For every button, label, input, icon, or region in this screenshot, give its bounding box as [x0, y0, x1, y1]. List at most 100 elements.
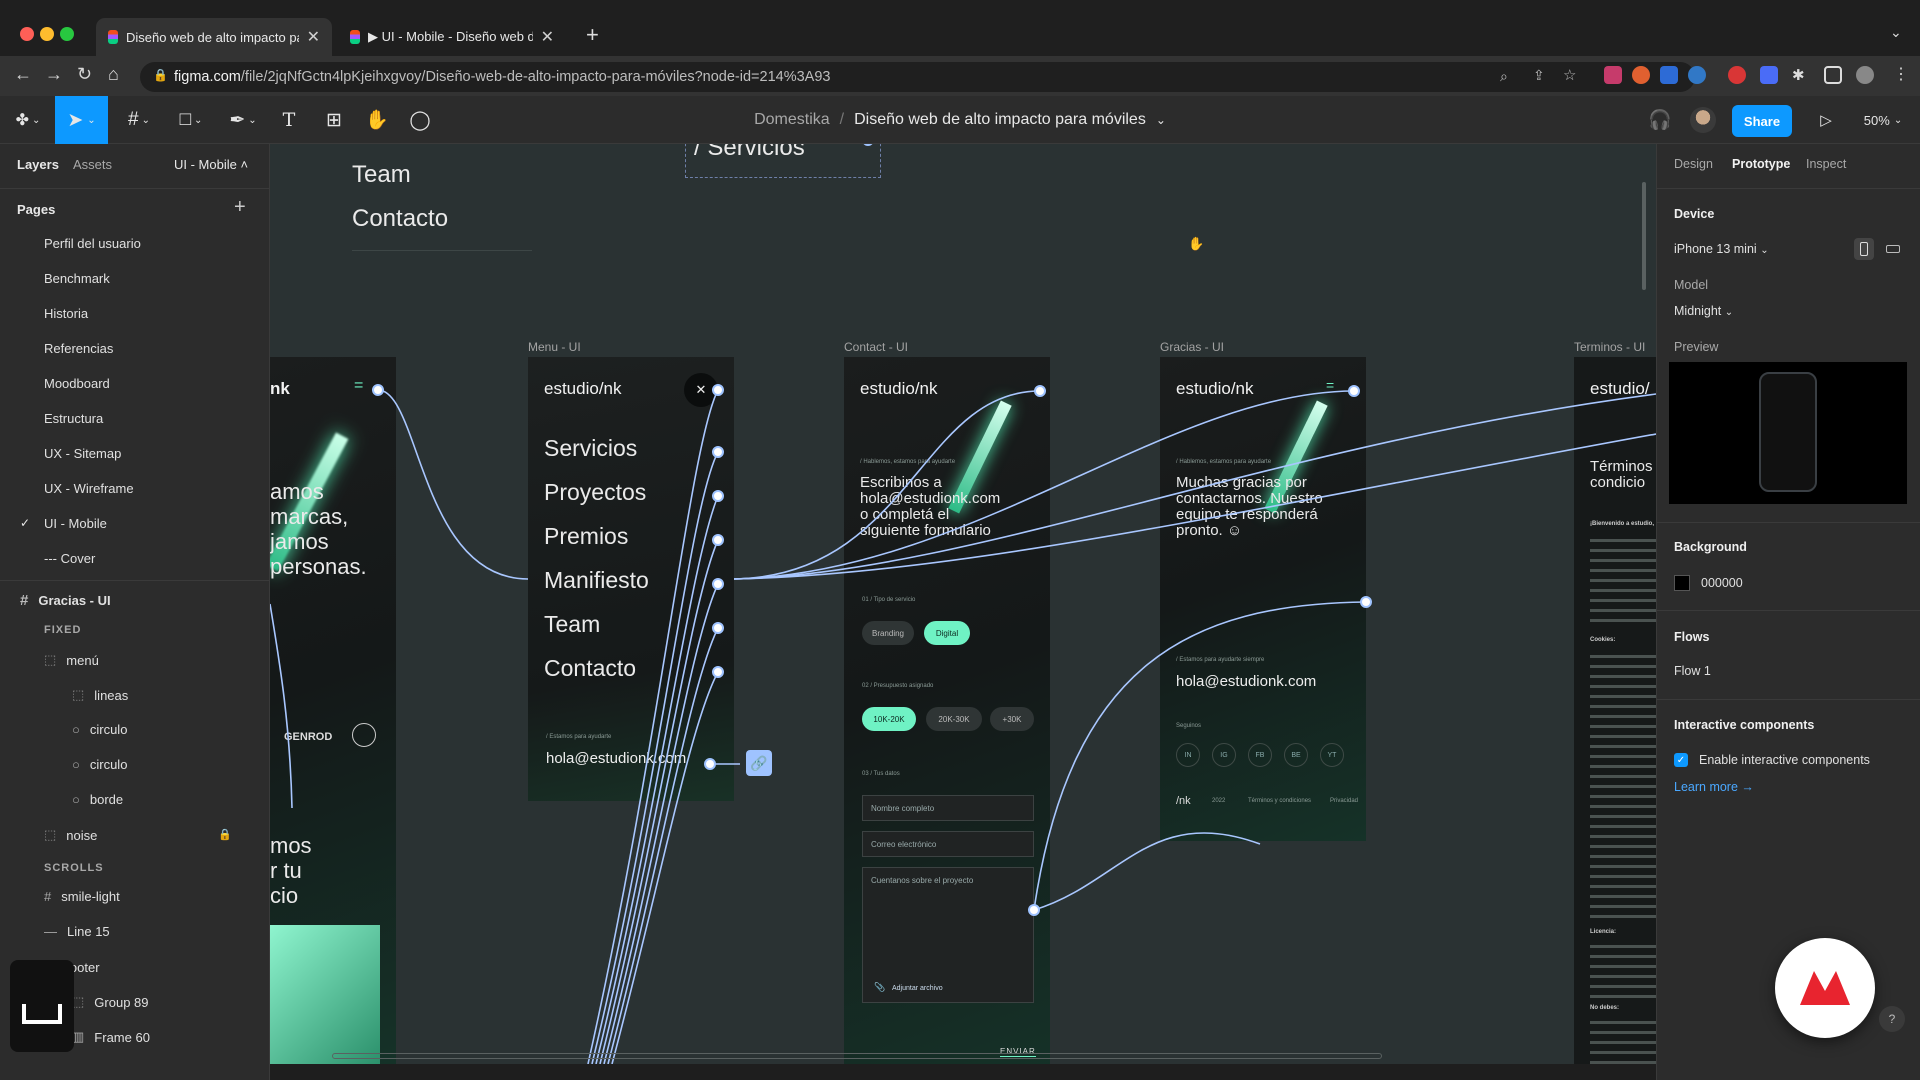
connector-node[interactable] [712, 578, 724, 590]
reload-icon[interactable]: ↻ [77, 64, 92, 85]
layer-frame-gracias[interactable]: # Gracias - UI [20, 592, 111, 609]
zoom-icon[interactable]: ⌕ [1500, 68, 1508, 85]
connector-node[interactable] [704, 758, 716, 770]
url-field[interactable]: 🔒 figma.com /file/2jqNfGctn4lpKjeihxgvoy… [140, 62, 1695, 92]
page-item[interactable]: Benchmark [44, 271, 110, 286]
comment-tool-button[interactable]: ◯ [406, 96, 434, 144]
lock-icon[interactable]: 🔒 [218, 828, 232, 841]
connector-node[interactable] [1028, 904, 1040, 916]
page-item[interactable]: UX - Sitemap [44, 446, 121, 461]
extension-icon[interactable] [1760, 66, 1778, 84]
connector-node[interactable] [712, 446, 724, 458]
link-icon[interactable]: 🔗 [746, 750, 772, 776]
forward-arrow-icon[interactable]: → [45, 64, 63, 85]
connector-node[interactable] [712, 534, 724, 546]
layer-borde[interactable]: ○ borde [72, 792, 123, 807]
vertical-scrollbar[interactable] [1642, 182, 1646, 290]
audio-button[interactable]: 🎧 [1646, 96, 1674, 144]
flow-item[interactable]: Flow 1 [1674, 664, 1711, 678]
tab-design[interactable]: Design [1674, 157, 1713, 171]
profile-avatar-icon[interactable] [1856, 66, 1874, 84]
minimize-window-button[interactable] [40, 27, 54, 41]
tab-inspect[interactable]: Inspect [1806, 157, 1846, 171]
text-tool-button[interactable]: T [276, 96, 302, 144]
browser-tab-active[interactable]: Diseño web de alto impacto pa ✕ [96, 18, 332, 56]
layer-frame60[interactable]: ▥ Frame 60 [72, 1029, 150, 1045]
device-select[interactable]: iPhone 13 mini ⌄ [1674, 242, 1769, 256]
page-item[interactable]: UI - Mobile [44, 516, 107, 531]
learn-more-link[interactable]: Learn more → [1674, 780, 1754, 794]
browser-tab[interactable]: ▶ UI - Mobile - Diseño web de ✕ [338, 18, 566, 56]
sidebar-icon[interactable] [1824, 66, 1842, 84]
background-swatch[interactable] [1674, 575, 1690, 591]
tab-assets[interactable]: Assets [73, 157, 112, 172]
extension-icon[interactable] [1660, 66, 1678, 84]
puzzle-extensions-icon[interactable]: ✱ [1792, 66, 1810, 84]
user-avatar[interactable] [1690, 107, 1716, 133]
page-item[interactable]: Historia [44, 306, 88, 321]
layer-circulo[interactable]: ○ circulo [72, 757, 127, 772]
portrait-toggle[interactable] [1854, 238, 1874, 260]
page-item[interactable]: --- Cover [44, 551, 95, 566]
breadcrumb-team[interactable]: Domestika [754, 111, 830, 129]
background-hex[interactable]: 000000 [1701, 576, 1743, 590]
page-item[interactable]: Estructura [44, 411, 103, 426]
model-select[interactable]: Midnight ⌄ [1674, 304, 1733, 318]
close-window-button[interactable] [20, 27, 34, 41]
new-tab-button[interactable]: + [586, 22, 599, 48]
horizontal-scrollbar[interactable] [332, 1053, 1382, 1059]
layer-lineas[interactable]: ⬚ lineas [72, 687, 128, 703]
extension-icon[interactable] [1688, 66, 1706, 84]
canvas[interactable]: Team Contacto / Servicios ✋ Menu - UI Co… [270, 144, 1656, 1064]
connector-node[interactable] [712, 490, 724, 502]
tab-layers[interactable]: Layers [17, 157, 59, 172]
domestika-badge-icon[interactable] [1775, 938, 1875, 1038]
connector-node[interactable] [712, 384, 724, 396]
layer-noise[interactable]: ⬚ noise [44, 827, 97, 843]
share-page-icon[interactable]: ⇪ [1533, 67, 1545, 84]
tab-prototype[interactable]: Prototype [1732, 157, 1790, 171]
connector-node[interactable] [1360, 596, 1372, 608]
layer-circulo[interactable]: ○ circulo [72, 722, 127, 737]
resources-button[interactable]: ⊞ [320, 96, 348, 144]
extension-icon[interactable] [1604, 66, 1622, 84]
landscape-toggle[interactable] [1883, 240, 1903, 258]
browser-menu-icon[interactable]: ⋮ [1893, 64, 1909, 84]
layer-group89[interactable]: ⬚ Group 89 [72, 994, 149, 1010]
page-item[interactable]: UX - Wireframe [44, 481, 134, 496]
layer-line15[interactable]: — Line 15 [44, 924, 110, 939]
main-menu-button[interactable]: ✤ ⌄ [8, 96, 48, 144]
connector-node[interactable] [1034, 385, 1046, 397]
frame-tool-button[interactable]: # ⌄ [118, 96, 160, 144]
page-item[interactable]: Moodboard [44, 376, 110, 391]
bookmark-star-icon[interactable]: ☆ [1563, 66, 1576, 84]
close-tab-icon[interactable]: ✕ [307, 27, 320, 47]
maximize-window-button[interactable] [60, 27, 74, 41]
extension-icon[interactable] [1632, 66, 1650, 84]
connector-node[interactable] [1348, 385, 1360, 397]
zoom-menu[interactable]: 50% ⌄ [1858, 96, 1908, 144]
connector-node[interactable] [712, 622, 724, 634]
share-button[interactable]: Share [1732, 105, 1792, 137]
shape-tool-button[interactable]: □ ⌄ [170, 96, 212, 144]
back-arrow-icon[interactable]: ← [14, 64, 32, 85]
connector-node[interactable] [712, 666, 724, 678]
extension-icon[interactable] [1728, 66, 1746, 84]
page-item[interactable]: Referencias [44, 341, 113, 356]
pen-tool-button[interactable]: ✒ ⌄ [222, 96, 264, 144]
help-question-icon[interactable]: ? [1879, 1006, 1905, 1032]
page-item[interactable]: Perfil del usuario [44, 236, 141, 251]
add-page-plus-icon[interactable]: + [234, 196, 246, 219]
connector-node[interactable] [372, 384, 384, 396]
move-tool-button[interactable]: ➤ ⌄ [55, 96, 108, 144]
enable-checkbox[interactable]: ✓ [1674, 753, 1688, 767]
chevron-down-icon[interactable]: ⌄ [1156, 113, 1166, 127]
file-title[interactable]: Diseño web de alto impacto para móviles [854, 111, 1146, 129]
layer-smile-light[interactable]: # smile-light [44, 889, 120, 904]
page-switcher[interactable]: UI - Mobile ˄ [174, 157, 248, 172]
hand-tool-button[interactable]: ✋ [363, 96, 391, 144]
layer-menu[interactable]: ⬚ menú [44, 652, 99, 668]
home-icon[interactable]: ⌂ [108, 64, 119, 85]
present-button[interactable]: ▷ [1812, 96, 1840, 144]
close-tab-icon[interactable]: ✕ [541, 27, 554, 47]
